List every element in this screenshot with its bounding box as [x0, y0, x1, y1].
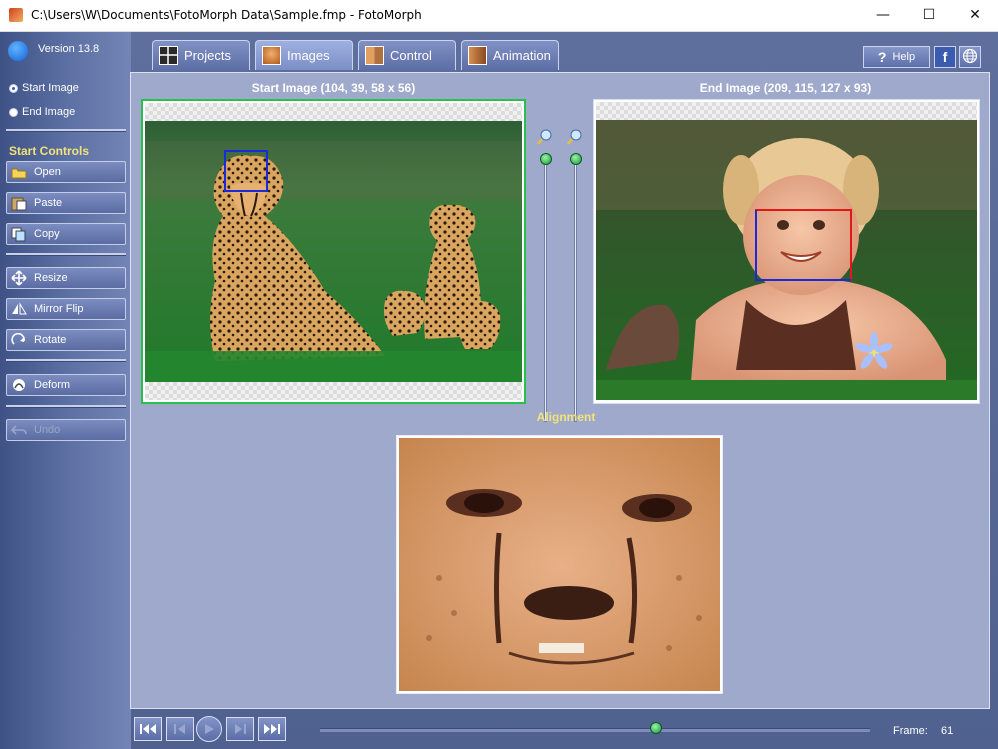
deform-icon	[10, 378, 28, 393]
grid-icon	[159, 46, 178, 65]
skip-end-icon	[264, 724, 280, 734]
next-frame-button[interactable]	[226, 717, 254, 741]
control-icon	[365, 46, 384, 65]
transparent-area	[596, 102, 977, 120]
sidebar-divider	[6, 405, 126, 408]
end-image-radio[interactable]: End Image	[9, 106, 75, 118]
tab-projects[interactable]: Projects	[152, 40, 250, 70]
radio-selected-icon	[9, 83, 18, 93]
tab-images-label: Images	[287, 48, 330, 63]
copy-icon	[10, 227, 28, 242]
app-window: Version 13.8 Start Image End Image Start…	[0, 32, 998, 749]
undo-button-label: Undo	[34, 424, 61, 436]
title-bar: C:\Users\W\Documents\FotoMorph Data\Samp…	[0, 0, 998, 32]
paste-button-label: Paste	[34, 197, 63, 209]
help-icon: ?	[877, 49, 887, 65]
paste-button[interactable]: Paste	[6, 192, 126, 214]
end-image-canvas[interactable]	[593, 99, 980, 404]
tab-animation[interactable]: Animation	[461, 40, 559, 70]
step-back-icon	[174, 724, 185, 734]
end-zoom-slider-handle[interactable]	[570, 153, 582, 165]
mirror-flip-icon	[10, 302, 28, 317]
frame-slider[interactable]	[320, 728, 870, 732]
copy-button-label: Copy	[34, 228, 60, 240]
end-zoom-icon[interactable]	[567, 129, 583, 145]
rotate-button-label: Rotate	[34, 334, 67, 346]
frame-slider-handle[interactable]	[649, 722, 662, 734]
alignment-preview	[396, 435, 723, 694]
start-image-radio[interactable]: Start Image	[9, 82, 79, 94]
resize-button[interactable]: Resize	[6, 267, 126, 289]
sidebar: Version 13.8 Start Image End Image Start…	[0, 32, 131, 749]
start-image-radio-label: Start Image	[22, 82, 79, 94]
resize-arrows-icon	[10, 270, 28, 286]
deform-button[interactable]: Deform	[6, 374, 126, 396]
frame-value: 61	[941, 725, 954, 737]
radio-unselected-icon	[9, 107, 18, 117]
alignment-caption: Alignment	[536, 410, 596, 424]
globe-logo-icon	[8, 41, 28, 61]
frame-label: Frame:	[893, 725, 928, 737]
tab-control[interactable]: Control	[358, 40, 456, 70]
cheetah-image	[145, 121, 522, 382]
facebook-icon: f	[942, 49, 948, 65]
step-forward-icon	[235, 724, 246, 734]
start-zoom-slider[interactable]	[544, 159, 547, 422]
maximize-button[interactable]: ☐	[906, 0, 952, 31]
start-image-caption: Start Image (104, 39, 58 x 56)	[251, 81, 416, 95]
alignment-image	[399, 438, 720, 691]
end-image-radio-label: End Image	[22, 106, 76, 118]
copy-button[interactable]: Copy	[6, 223, 126, 245]
play-icon	[205, 724, 214, 734]
sidebar-divider	[6, 129, 126, 132]
website-button[interactable]	[959, 46, 981, 68]
globe-icon	[962, 48, 978, 67]
transparent-area	[145, 382, 522, 400]
close-button[interactable]: ✕	[952, 0, 998, 31]
last-frame-button[interactable]	[258, 717, 286, 741]
transparent-area	[145, 103, 522, 121]
sidebar-divider	[6, 253, 126, 256]
tab-images[interactable]: Images	[255, 40, 353, 70]
mirror-flip-button[interactable]: Mirror Flip	[6, 298, 126, 320]
resize-button-label: Resize	[34, 272, 68, 284]
deform-button-label: Deform	[34, 379, 71, 391]
previous-frame-button[interactable]	[166, 717, 194, 741]
open-button-label: Open	[34, 166, 61, 178]
start-controls-heading: Start Controls	[9, 144, 90, 158]
rotate-icon	[10, 333, 28, 348]
facebook-button[interactable]: f	[934, 46, 956, 68]
sidebar-divider	[6, 359, 126, 362]
image-icon	[262, 46, 281, 65]
help-button[interactable]: ? Help	[863, 46, 930, 68]
version-label: Version 13.8	[38, 43, 100, 55]
tab-control-label: Control	[390, 48, 432, 63]
start-zoom-icon[interactable]	[537, 129, 553, 145]
tab-animation-label: Animation	[493, 48, 551, 63]
start-zoom-slider-handle[interactable]	[540, 153, 552, 165]
paste-icon	[10, 196, 28, 211]
child-image	[596, 120, 977, 400]
end-image-caption: End Image (209, 115, 127 x 93)	[699, 81, 872, 95]
undo-button[interactable]: Undo	[6, 419, 126, 441]
mirror-flip-button-label: Mirror Flip	[34, 303, 84, 315]
start-image-canvas[interactable]	[141, 99, 526, 404]
rotate-button[interactable]: Rotate	[6, 329, 126, 351]
app-icon	[9, 8, 23, 22]
tab-projects-label: Projects	[184, 48, 231, 63]
undo-icon	[10, 423, 28, 438]
open-button[interactable]: Open	[6, 161, 126, 183]
first-frame-button[interactable]	[134, 717, 162, 741]
images-panel: Start Image (104, 39, 58 x 56) End Image…	[130, 72, 990, 709]
play-button[interactable]	[196, 716, 222, 742]
window-title: C:\Users\W\Documents\FotoMorph Data\Samp…	[31, 8, 422, 22]
film-icon	[468, 46, 487, 65]
minimize-button[interactable]: —	[860, 0, 906, 31]
help-button-label: Help	[892, 51, 916, 63]
playback-bar: Frame: 61	[130, 713, 990, 749]
skip-start-icon	[140, 724, 156, 734]
folder-icon	[10, 165, 28, 180]
end-zoom-slider[interactable]	[574, 159, 577, 422]
